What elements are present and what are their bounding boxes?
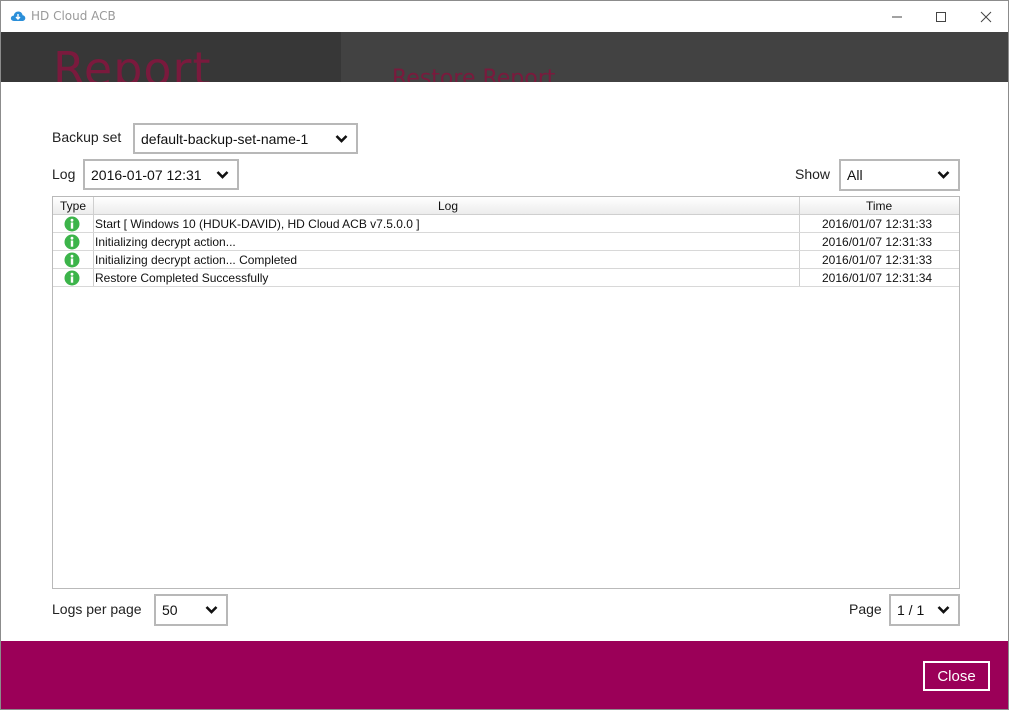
window-close-button[interactable]	[963, 1, 1008, 32]
log-message: Initializing decrypt action... Completed	[95, 253, 298, 267]
show-filter-value: All	[847, 167, 863, 183]
backup-set-value: default-backup-set-name-1	[141, 130, 309, 147]
show-filter-dropdown[interactable]: All	[839, 159, 960, 191]
table-row[interactable]: Initializing decrypt action... 2016/01/0…	[53, 233, 959, 251]
column-header-type[interactable]: Type	[60, 199, 86, 213]
page-value: 1 / 1	[897, 602, 925, 618]
column-header-log[interactable]: Log	[438, 199, 458, 213]
backup-set-dropdown[interactable]: default-backup-set-name-1	[133, 123, 358, 154]
info-icon	[64, 270, 80, 286]
table-header: Type Log Time	[53, 197, 959, 215]
app-window: HD Cloud ACB Report Restore Report Backu…	[0, 0, 1009, 710]
chevron-down-icon	[937, 606, 950, 614]
page-dropdown[interactable]: 1 / 1	[889, 594, 960, 626]
chevron-down-icon	[937, 171, 950, 179]
logs-per-page-label: Logs per page	[52, 601, 142, 617]
maximize-icon	[936, 11, 946, 22]
background-report-heading: Report	[53, 42, 212, 82]
close-icon	[980, 11, 992, 22]
log-time: 2016/01/07 12:31:33	[822, 217, 933, 231]
logs-per-page-value: 50	[162, 602, 178, 618]
backup-set-label: Backup set	[52, 129, 122, 145]
log-time: 2016/01/07 12:31:33	[822, 253, 933, 267]
cloud-app-icon	[10, 11, 26, 21]
log-message: Initializing decrypt action...	[95, 235, 236, 249]
logs-per-page-dropdown[interactable]: 50	[154, 594, 228, 626]
report-dialog: Backup set default-backup-set-name-1 Log…	[1, 82, 1008, 641]
info-icon	[64, 234, 80, 250]
dialog-footer: Close	[1, 641, 1008, 709]
title-bar: HD Cloud ACB	[1, 1, 1008, 32]
minimize-button[interactable]	[874, 1, 920, 32]
table-row[interactable]: Initializing decrypt action... Completed…	[53, 251, 959, 269]
background-restore-report-heading: Restore Report	[392, 66, 556, 82]
log-table: Type Log Time Start [ Windows 10 (HDUK-D…	[52, 196, 960, 589]
window-title: HD Cloud ACB	[31, 9, 116, 23]
info-icon	[64, 216, 80, 232]
page-label: Page	[849, 601, 882, 617]
log-date-value: 2016-01-07 12:31	[91, 166, 202, 183]
show-label: Show	[795, 166, 831, 182]
log-date-dropdown[interactable]: 2016-01-07 12:31	[83, 159, 239, 190]
chevron-down-icon	[205, 606, 218, 614]
log-time: 2016/01/07 12:31:34	[822, 271, 933, 285]
chevron-down-icon	[335, 134, 348, 143]
log-time: 2016/01/07 12:31:33	[822, 235, 933, 249]
table-row[interactable]: Start [ Windows 10 (HDUK-DAVID), HD Clou…	[53, 215, 959, 233]
log-label: Log	[52, 166, 76, 182]
log-message: Restore Completed Successfully	[95, 271, 269, 285]
info-icon	[64, 252, 80, 268]
minimize-icon	[892, 16, 902, 17]
maximize-button[interactable]	[918, 1, 964, 32]
log-message: Start [ Windows 10 (HDUK-DAVID), HD Clou…	[95, 217, 420, 231]
chevron-down-icon	[216, 170, 229, 179]
column-header-time[interactable]: Time	[866, 199, 892, 213]
background-header: Report Restore Report	[1, 32, 1008, 82]
table-row[interactable]: Restore Completed Successfully 2016/01/0…	[53, 269, 959, 287]
close-button[interactable]: Close	[923, 661, 990, 691]
